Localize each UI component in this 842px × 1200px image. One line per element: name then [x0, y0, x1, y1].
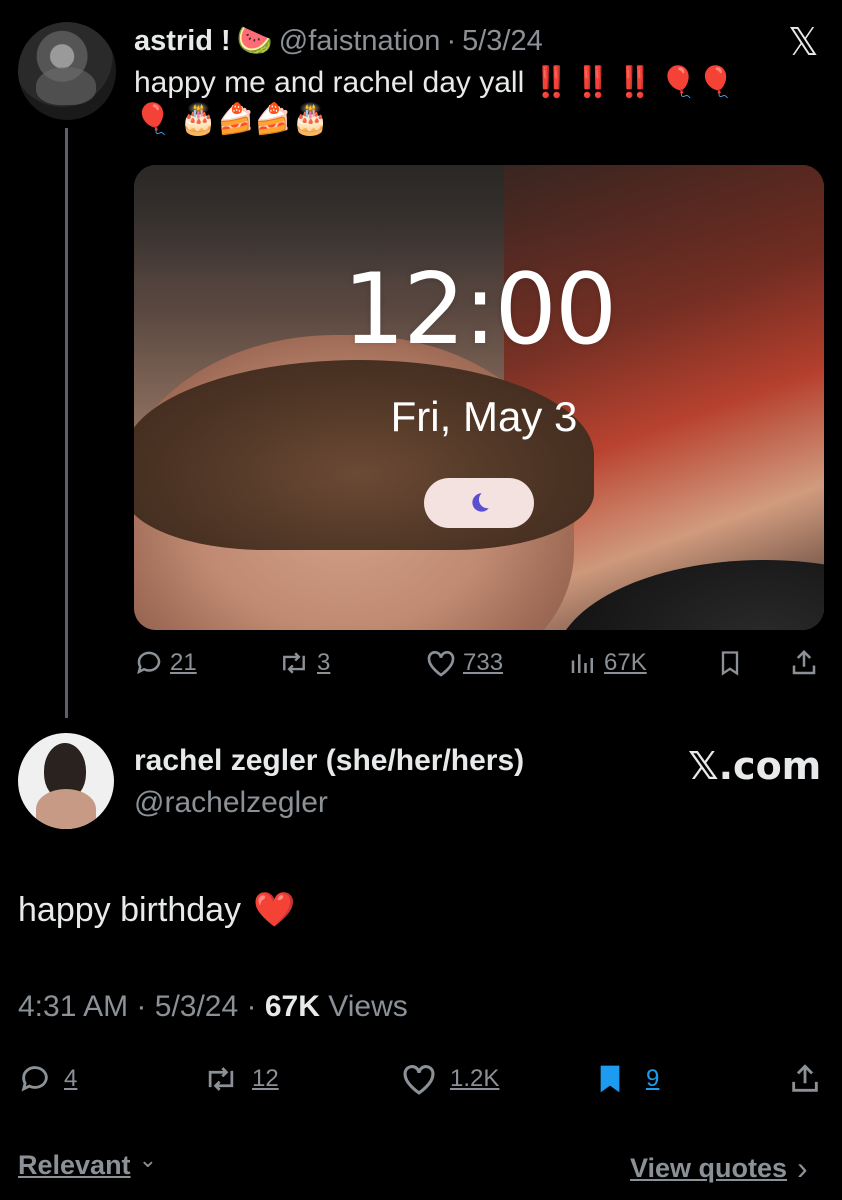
- views-count: 67K: [604, 649, 647, 676]
- tweet-text: happy birthday ❤️: [18, 890, 295, 930]
- tweet-header: astrid ! 🍉 @faistnation · 5/3/24: [134, 24, 543, 58]
- reply-icon: [21, 1066, 48, 1092]
- share-icon: [792, 1064, 818, 1092]
- thread-connector: [65, 128, 68, 718]
- retweet-button[interactable]: 3: [277, 648, 330, 678]
- x-logo-icon: 𝕏: [788, 20, 819, 64]
- tweet-text-main: happy birthday: [18, 890, 242, 929]
- like-button[interactable]: 1.2K: [400, 1062, 499, 1096]
- focus-pill: [424, 478, 534, 528]
- tweet-time[interactable]: 4:31 AM: [18, 990, 128, 1023]
- retweet-count: 12: [252, 1065, 279, 1092]
- tweet-date[interactable]: 5/3/24: [155, 990, 238, 1023]
- view-quotes-link[interactable]: View quotes ›: [630, 1150, 808, 1187]
- views-icon: [571, 654, 593, 673]
- tweet-text-emojis: 🎈🎈: [659, 66, 735, 99]
- separator: ·: [136, 990, 147, 1023]
- tweet-date[interactable]: 5/3/24: [462, 25, 543, 58]
- reply-button[interactable]: 4: [18, 1062, 77, 1096]
- display-name[interactable]: astrid !: [134, 25, 231, 58]
- sort-label: Relevant: [18, 1150, 131, 1180]
- chevron-right-icon: ›: [797, 1150, 808, 1186]
- retweet-count: 3: [317, 649, 331, 676]
- handle[interactable]: @rachelzegler: [134, 786, 328, 820]
- bookmark-icon: [721, 651, 739, 676]
- tweet-text-bangs: ‼️ ‼️ ‼️: [532, 66, 654, 99]
- view-quotes-label: View quotes: [630, 1153, 788, 1183]
- separator: ·: [446, 24, 457, 57]
- reply-count: 21: [170, 649, 197, 676]
- tweet-meta: 4:31 AM · 5/3/24 · 67K Views: [18, 990, 408, 1024]
- views-button[interactable]: 67K: [568, 648, 647, 678]
- retweet-icon: [208, 1067, 234, 1091]
- heart-emoji: ❤️: [253, 891, 296, 929]
- tweet-text-main: happy me and rachel day yall: [134, 66, 525, 99]
- bookmark-button[interactable]: [716, 648, 744, 678]
- avatar[interactable]: [18, 733, 114, 829]
- heart-icon: [427, 651, 455, 677]
- views-count: 67K: [264, 990, 320, 1023]
- heart-icon: [403, 1065, 435, 1095]
- share-button[interactable]: [788, 1062, 822, 1096]
- moon-icon: [472, 493, 489, 512]
- avatar[interactable]: [18, 22, 116, 120]
- retweet-icon: [283, 652, 305, 674]
- bookmark-filled-icon: [600, 1065, 620, 1093]
- retweet-button[interactable]: 12: [202, 1062, 279, 1096]
- separator: ·: [246, 990, 257, 1023]
- tweet-media-image[interactable]: 12:00 Fri, May 3: [134, 165, 824, 630]
- x-com-brand: 𝕏.com: [688, 744, 822, 788]
- reply-icon: [137, 651, 161, 675]
- tweet-actions: 21 3 733 67K: [134, 648, 824, 684]
- tweet-text: happy me and rachel day yall ‼️ ‼️ ‼️ 🎈🎈…: [134, 64, 814, 138]
- tweet-text-emojis-2: 🎈 🎂🍰🍰🎂: [134, 103, 330, 136]
- bookmark-button[interactable]: 9: [594, 1062, 659, 1096]
- reply-button[interactable]: 21: [134, 648, 197, 678]
- chevron-down-icon: ⌄: [138, 1146, 157, 1172]
- sort-dropdown[interactable]: Relevant ⌄: [18, 1146, 157, 1181]
- name-emoji: 🍉: [236, 25, 273, 57]
- reply-count: 4: [64, 1065, 78, 1092]
- handle[interactable]: @faistnation: [279, 25, 441, 58]
- share-button[interactable]: [789, 648, 819, 678]
- like-button[interactable]: 733: [425, 648, 503, 678]
- display-name[interactable]: rachel zegler (she/her/hers): [134, 744, 524, 778]
- bookmark-count: 9: [646, 1065, 660, 1092]
- views-label: Views: [328, 990, 408, 1023]
- like-count: 1.2K: [450, 1065, 500, 1092]
- share-icon: [792, 649, 816, 675]
- lockscreen-time: 12:00: [342, 253, 617, 367]
- tweet-actions: 4 12 1.2K 9: [18, 1062, 824, 1098]
- like-count: 733: [463, 649, 504, 676]
- lockscreen-date: Fri, May 3: [390, 393, 578, 440]
